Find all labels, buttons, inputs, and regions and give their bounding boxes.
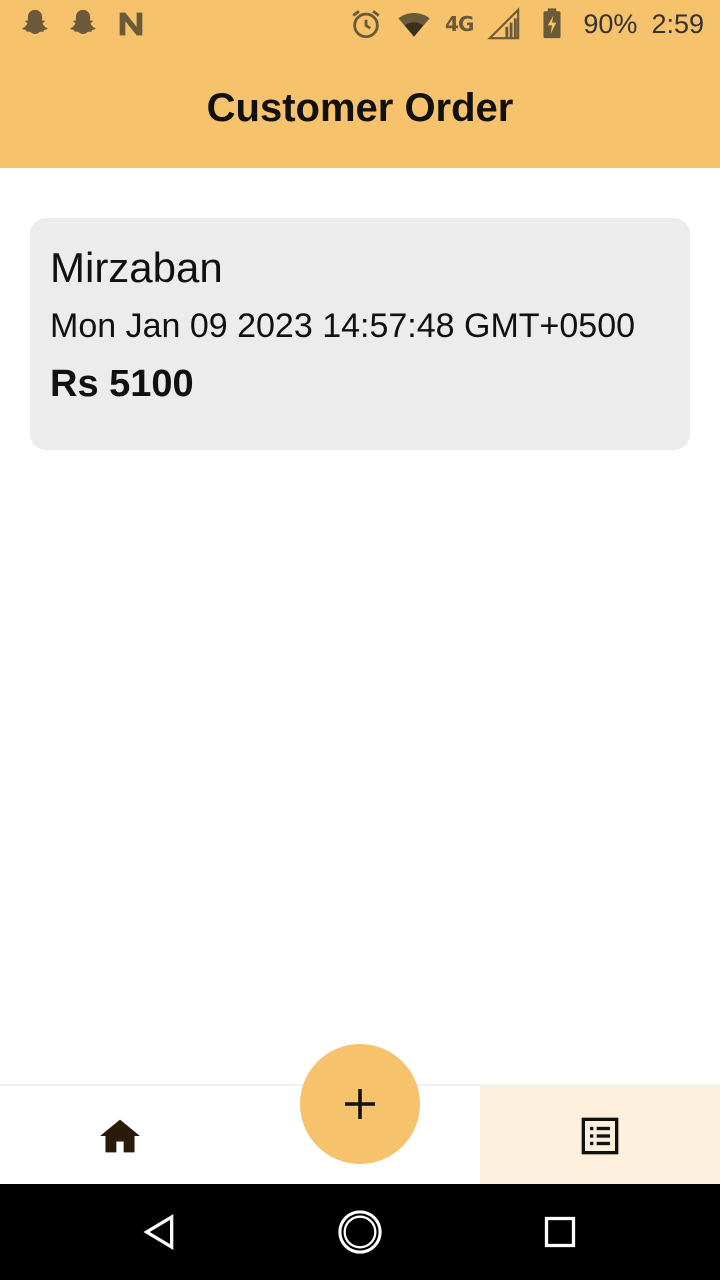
status-right-icons: 4G 90% 2:59 [349, 7, 704, 41]
order-total: Rs 5100 [50, 363, 194, 405]
nav-orders-tab[interactable] [480, 1086, 720, 1186]
order-date: Mon Jan 09 2023 14:57:48 GMT+0500 [50, 307, 636, 345]
snapchat-icon [66, 7, 100, 41]
home-circle-icon [338, 1210, 382, 1254]
recents-icon [544, 1216, 576, 1248]
status-left-icons [18, 7, 148, 41]
recents-button[interactable] [536, 1208, 584, 1256]
back-button[interactable] [136, 1208, 184, 1256]
status-bar: 4G 90% 2:59 [0, 0, 720, 48]
customer-name: Mirzaban [50, 244, 223, 291]
network-type-label: 4G [445, 12, 474, 36]
page-title: Customer Order [206, 85, 514, 130]
wifi-icon [397, 7, 431, 41]
add-order-button[interactable] [300, 1044, 420, 1164]
list-icon [581, 1117, 619, 1155]
app-bar: Customer Order [0, 48, 720, 168]
signal-icon [487, 7, 521, 41]
alarm-icon [349, 7, 383, 41]
battery-charging-icon [535, 7, 569, 41]
snapchat-icon [18, 7, 52, 41]
home-icon [100, 1119, 140, 1153]
nav-home-tab[interactable] [0, 1086, 240, 1186]
system-navigation-bar [0, 1184, 720, 1280]
n-notification-icon [114, 7, 148, 41]
plus-icon [345, 1089, 375, 1119]
battery-percentage: 90% [583, 8, 638, 39]
home-button[interactable] [336, 1208, 384, 1256]
back-icon [143, 1214, 174, 1250]
status-time: 2:59 [651, 8, 704, 39]
order-card[interactable]: Mirzaban Mon Jan 09 2023 14:57:48 GMT+05… [30, 218, 690, 450]
